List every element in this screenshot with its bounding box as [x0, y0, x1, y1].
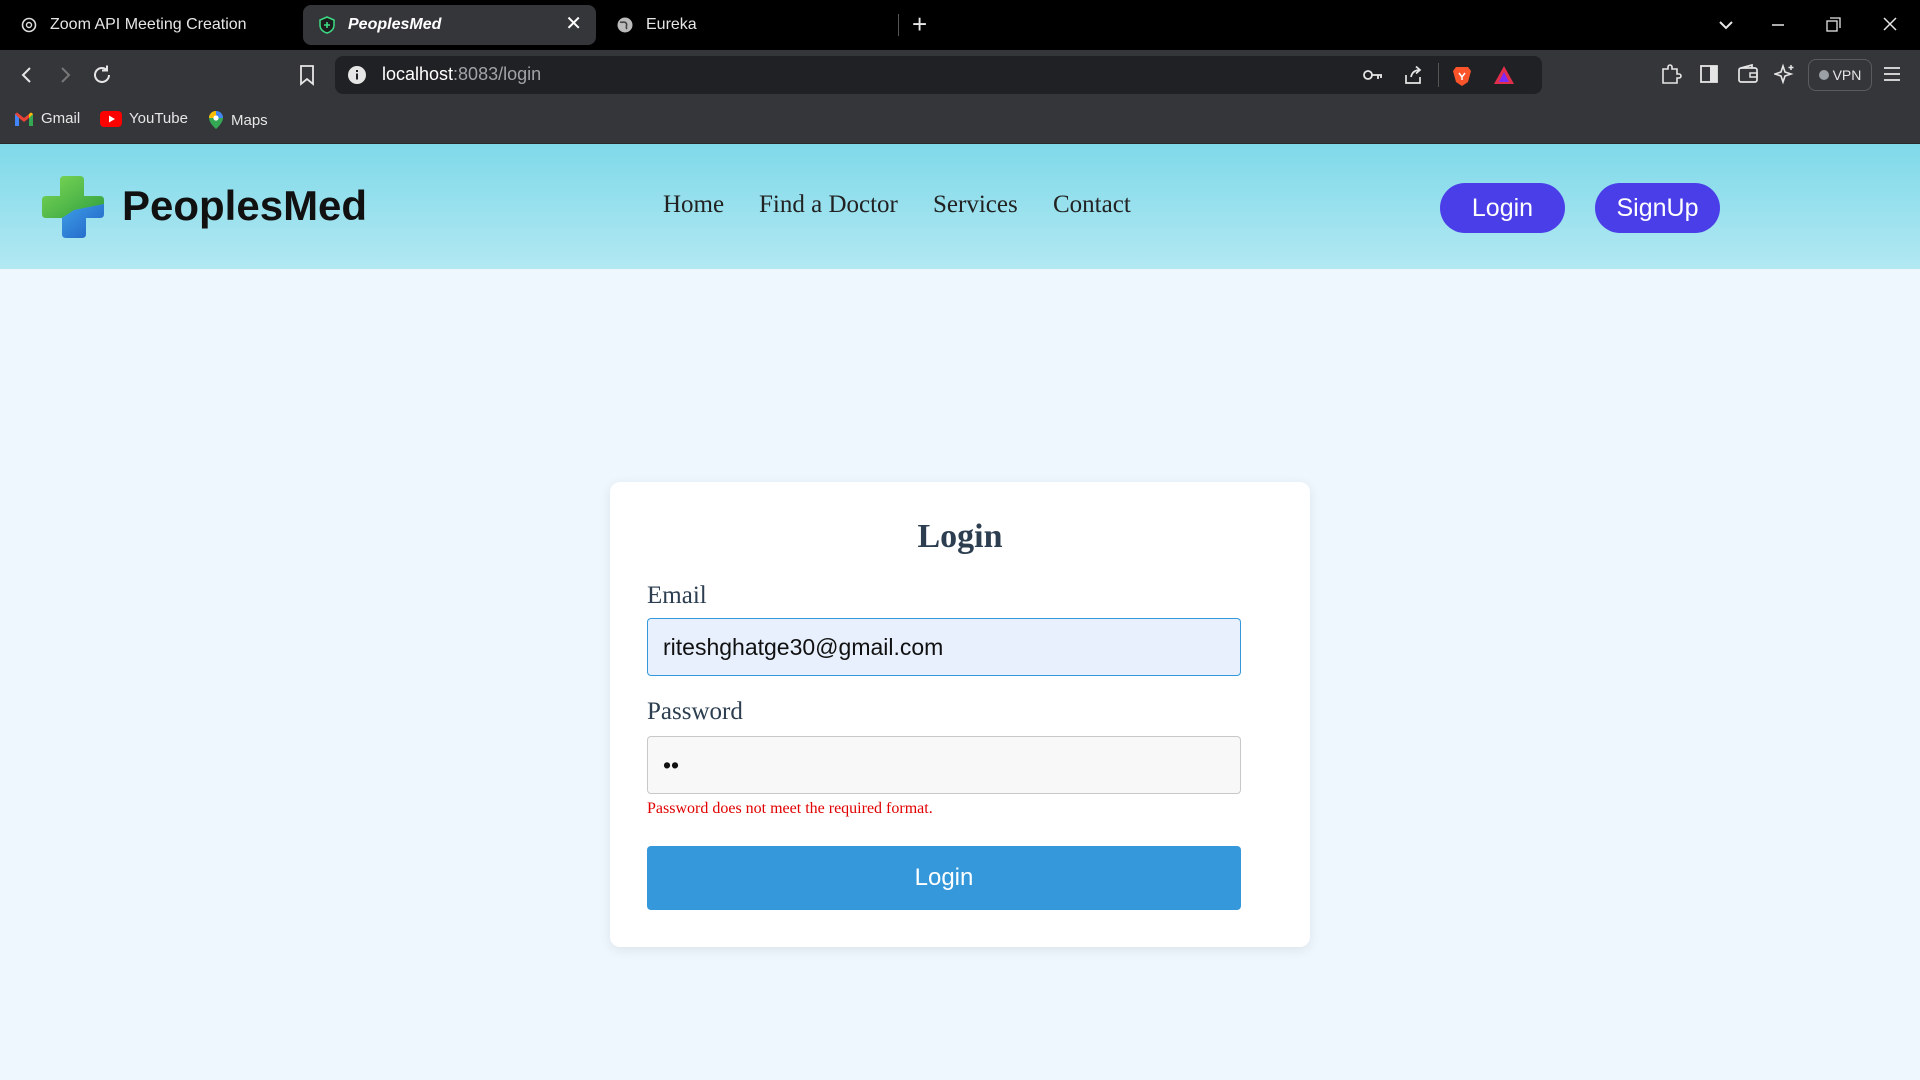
leo-ai-icon[interactable] — [1772, 63, 1796, 90]
nav-contact[interactable]: Contact — [1053, 191, 1131, 219]
site-header: PeoplesMed Home Find a Doctor Services C… — [0, 144, 1920, 269]
url-host: localhost — [382, 64, 454, 84]
shield-icon — [318, 16, 336, 34]
reload-icon[interactable] — [89, 62, 115, 88]
bookmarks-bar: Gmail YouTube Maps — [0, 100, 1920, 144]
vpn-label: VPN — [1832, 67, 1862, 83]
password-value: •• — [663, 751, 680, 778]
password-error-message: Password does not meet the required form… — [647, 800, 933, 817]
extensions-icon[interactable] — [1660, 63, 1682, 90]
youtube-icon — [100, 110, 122, 127]
menu-icon[interactable] — [1882, 63, 1902, 90]
tab-search-chevron-icon[interactable] — [1717, 10, 1735, 49]
restore-icon[interactable] — [1825, 10, 1841, 49]
tab-eureka[interactable]: Eureka — [616, 5, 896, 45]
password-field[interactable]: •• — [647, 736, 1241, 794]
bookmark-label: Gmail — [41, 110, 81, 127]
tab-peoplesmed[interactable]: PeoplesMed ✕ — [303, 5, 596, 45]
tab-zoom-api[interactable]: Zoom API Meeting Creation — [20, 5, 290, 45]
medical-cross-logo-icon[interactable] — [40, 174, 106, 240]
bookmark-gmail[interactable]: Gmail — [14, 110, 80, 127]
sidebar-icon[interactable] — [1699, 63, 1719, 90]
bookmark-youtube[interactable]: YouTube — [100, 110, 188, 127]
globe-icon — [616, 16, 634, 34]
omnibox-separator — [1438, 63, 1439, 87]
wallet-icon[interactable] — [1737, 63, 1759, 90]
brave-shield-icon[interactable] — [1452, 65, 1472, 92]
header-signup-button[interactable]: SignUp — [1595, 183, 1720, 233]
bookmark-maps[interactable]: Maps — [208, 110, 268, 130]
bookmark-label: Maps — [231, 111, 268, 129]
login-submit-button[interactable]: Login — [647, 846, 1241, 910]
brand-name[interactable]: PeoplesMed — [122, 182, 367, 230]
nav-find-a-doctor[interactable]: Find a Doctor — [759, 191, 898, 219]
tab-title: Eureka — [646, 16, 697, 33]
nav-home[interactable]: Home — [663, 191, 724, 219]
brave-rewards-icon[interactable] — [1493, 65, 1515, 90]
close-window-icon[interactable] — [1882, 10, 1898, 49]
email-field[interactable]: riteshghatge30@gmail.com — [647, 618, 1241, 676]
password-label: Password — [647, 698, 743, 725]
tab-title: Zoom API Meeting Creation — [50, 16, 247, 33]
header-login-button[interactable]: Login — [1440, 183, 1565, 233]
email-label: Email — [647, 582, 707, 609]
vpn-status-dot — [1818, 70, 1829, 80]
login-card: Login Email riteshghatge30@gmail.com Pas… — [610, 482, 1310, 947]
minimize-icon[interactable] — [1770, 10, 1786, 49]
new-tab-icon[interactable]: + — [912, 9, 927, 39]
maps-icon — [208, 110, 224, 130]
url-text: localhost:8083/login — [382, 64, 541, 85]
url-path: :8083/login — [453, 64, 542, 84]
site-info-icon[interactable] — [347, 65, 367, 90]
browser-toolbar: localhost:8083/login VPN — [0, 50, 1920, 100]
browser-tab-bar: Zoom API Meeting Creation PeoplesMed ✕ E… — [0, 0, 1920, 50]
share-icon[interactable] — [1403, 65, 1423, 90]
email-value: riteshghatge30@gmail.com — [663, 633, 944, 660]
back-icon[interactable] — [14, 62, 40, 88]
close-tab-icon[interactable]: ✕ — [565, 14, 582, 34]
gmail-icon — [14, 111, 34, 127]
openai-icon — [20, 16, 38, 34]
tab-separator — [898, 14, 899, 36]
bookmark-icon[interactable] — [294, 62, 320, 88]
bookmark-label: YouTube — [129, 110, 188, 127]
nav-services[interactable]: Services — [933, 191, 1018, 219]
tab-title: PeoplesMed — [348, 16, 442, 33]
vpn-button[interactable]: VPN — [1808, 59, 1872, 91]
address-bar[interactable]: localhost:8083/login — [335, 56, 1542, 94]
key-icon[interactable] — [1362, 65, 1384, 90]
forward-icon[interactable] — [52, 62, 78, 88]
login-title: Login — [917, 518, 1003, 555]
